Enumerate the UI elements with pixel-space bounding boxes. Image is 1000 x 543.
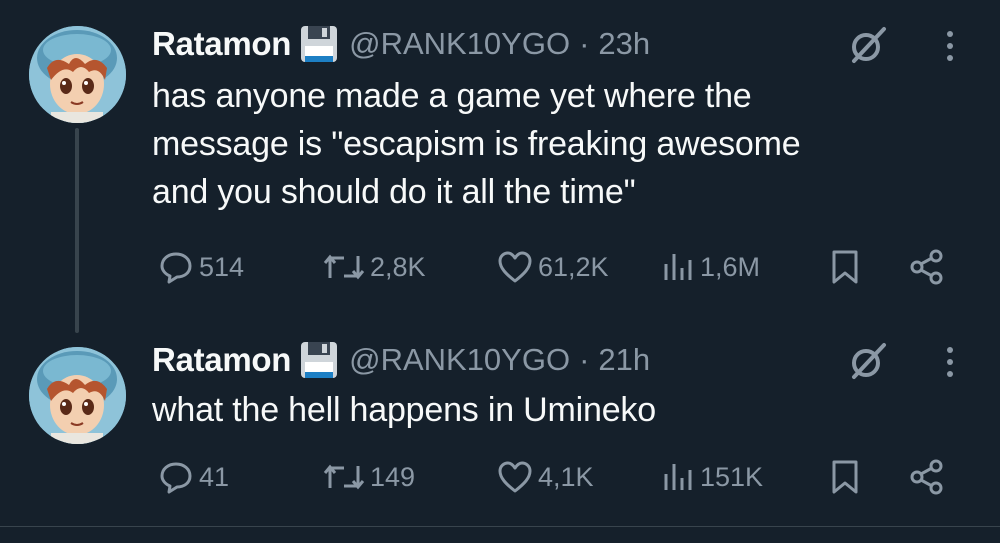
display-name[interactable]: Ratamon (152, 25, 291, 63)
reply-icon (160, 252, 192, 284)
tweet-text: what the hell happens in Umineko (152, 391, 656, 429)
retweet-count: 2,8K (370, 251, 426, 282)
view-count: 151K (700, 461, 764, 492)
timestamp[interactable]: 23h (598, 26, 650, 62)
analytics-icon (664, 464, 692, 490)
user-handle[interactable]: @RANK10YGO (349, 26, 570, 62)
share-button[interactable] (908, 457, 946, 497)
reply-button[interactable]: 514 (157, 247, 244, 287)
heart-icon (498, 251, 532, 283)
divider (0, 526, 1000, 527)
analytics-icon (664, 254, 692, 280)
views-button[interactable]: 151K (660, 457, 763, 497)
retweet-icon (323, 464, 365, 490)
bookmark-button[interactable] (828, 247, 862, 287)
tweet-text: has anyone made a game yet where the mes… (152, 77, 801, 211)
retweet-button[interactable]: 149 (322, 457, 415, 497)
retweet-button[interactable]: 2,8K (322, 247, 426, 287)
like-button[interactable]: 4,1K (496, 457, 594, 497)
retweet-icon (323, 254, 365, 280)
share-icon (910, 459, 943, 495)
like-button[interactable]: 61,2K (496, 247, 609, 287)
bookmark-icon (832, 250, 858, 284)
share-icon (910, 249, 943, 285)
tweet[interactable]: Ratamon @RANK10YGO · 23h has anyone made… (0, 0, 1000, 310)
timestamp[interactable]: 21h (598, 342, 650, 378)
tweet-header: Ratamon @RANK10YGO · 21h (152, 338, 650, 382)
separator-dot: · (579, 26, 590, 61)
bookmark-button[interactable] (828, 457, 862, 497)
floppy-disk-icon (301, 342, 338, 378)
reply-count: 514 (199, 251, 245, 282)
more-options-icon[interactable] (937, 26, 963, 66)
retweet-count: 149 (370, 461, 416, 492)
user-handle[interactable]: @RANK10YGO (349, 342, 570, 378)
avatar[interactable] (29, 26, 126, 123)
floppy-disk-icon (301, 26, 338, 62)
like-count: 61,2K (538, 251, 609, 282)
bookmark-icon (832, 460, 858, 494)
tweet-actions: 41 149 4,1K 151K (0, 457, 1000, 497)
like-count: 4,1K (538, 461, 594, 492)
reply-icon (160, 462, 192, 494)
view-count: 1,6M (700, 251, 761, 282)
reply-count: 41 (199, 461, 230, 492)
tweet-actions: 514 2,8K 61,2K 1,6M (0, 247, 1000, 287)
tweet[interactable]: Ratamon @RANK10YGO · 21h what the hell h… (0, 330, 1000, 525)
grok-icon[interactable] (847, 340, 889, 382)
reply-button[interactable]: 41 (157, 457, 229, 497)
views-button[interactable]: 1,6M (660, 247, 760, 287)
heart-icon (498, 461, 532, 493)
avatar[interactable] (29, 347, 126, 444)
tweet-header: Ratamon @RANK10YGO · 23h (152, 22, 650, 66)
share-button[interactable] (908, 247, 946, 287)
separator-dot: · (579, 342, 590, 377)
display-name[interactable]: Ratamon (152, 341, 291, 379)
grok-icon[interactable] (847, 24, 889, 66)
more-options-icon[interactable] (937, 342, 963, 382)
